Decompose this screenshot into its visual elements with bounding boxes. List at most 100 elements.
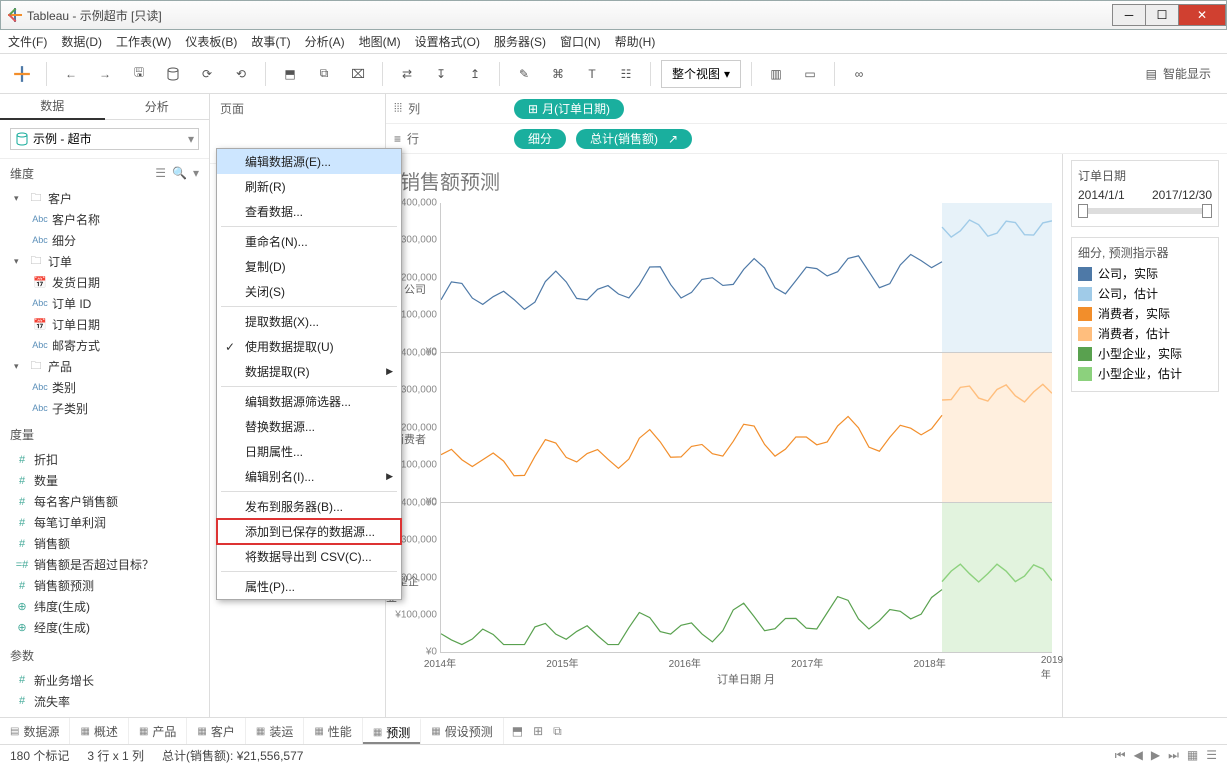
menu-window[interactable]: 窗口(N) — [560, 33, 601, 50]
field-item[interactable]: #流失率 — [4, 691, 205, 712]
auto-update-button[interactable]: ⟲ — [227, 60, 255, 88]
minimize-button[interactable]: ─ — [1112, 4, 1146, 26]
presentation-button[interactable]: ▭ — [796, 60, 824, 88]
menu-worksheet[interactable]: 工作表(W) — [116, 33, 171, 50]
context-menu-item[interactable]: 发布到服务器(B)... — [217, 494, 401, 519]
sheet-tab[interactable]: ▦预测 — [363, 718, 421, 744]
context-menu-item[interactable]: 编辑别名(I)...▶ — [217, 464, 401, 489]
context-menu-item[interactable]: 日期属性... — [217, 439, 401, 464]
new-dashboard-tab-button[interactable]: ⊞ — [533, 724, 543, 738]
new-worksheet-button[interactable]: ⬒ — [276, 60, 304, 88]
rows-pill-segment[interactable]: 细分 — [514, 129, 566, 149]
totals-button[interactable]: T — [578, 60, 606, 88]
forward-button[interactable]: → — [91, 60, 119, 88]
field-item[interactable]: Abc订单 ID — [4, 293, 205, 314]
tab-analysis[interactable]: 分析 — [105, 94, 210, 120]
menu-help[interactable]: 帮助(H) — [615, 33, 656, 50]
field-item[interactable]: ▾🗀产品 — [4, 356, 205, 377]
field-item[interactable]: #折扣 — [4, 449, 205, 470]
legend-item[interactable]: 小型企业，估计 — [1078, 365, 1212, 382]
context-menu-item[interactable]: 编辑数据源筛选器... — [217, 389, 401, 414]
sort-asc-button[interactable]: ↧ — [427, 60, 455, 88]
new-datasource-button[interactable] — [159, 60, 187, 88]
field-item[interactable]: Abc细分 — [4, 230, 205, 251]
swap-button[interactable]: ⇄ — [393, 60, 421, 88]
last-button[interactable]: ⏭ — [1168, 748, 1179, 763]
tableau-icon[interactable] — [8, 60, 36, 88]
refresh-button[interactable]: ⟳ — [193, 60, 221, 88]
legend-item[interactable]: 消费者，估计 — [1078, 325, 1212, 342]
field-item[interactable]: #数量 — [4, 470, 205, 491]
highlight-button[interactable]: ✎ — [510, 60, 538, 88]
sheet-tab[interactable]: ▦概述 — [70, 718, 128, 744]
menu-map[interactable]: 地图(M) — [359, 33, 401, 50]
new-worksheet-tab-button[interactable]: ⬒ — [512, 724, 523, 738]
context-menu-item[interactable]: 查看数据... — [217, 199, 401, 224]
field-item[interactable]: Abc客户名称 — [4, 209, 205, 230]
datasource-selector[interactable]: 示例 - 超市 ▾ — [10, 128, 199, 150]
field-item[interactable]: 📅订单日期 — [4, 314, 205, 335]
first-button[interactable]: ⏮ — [1115, 748, 1126, 763]
menu-format[interactable]: 设置格式(O) — [415, 33, 480, 50]
legend-item[interactable]: 小型企业，实际 — [1078, 345, 1212, 362]
field-item[interactable]: ⊕纬度(生成) — [4, 596, 205, 617]
menu-icon[interactable]: ▾ — [193, 166, 199, 180]
context-menu-item[interactable]: 替换数据源... — [217, 414, 401, 439]
field-item[interactable]: #销售额 — [4, 533, 205, 554]
fit-selector[interactable]: 整个视图 ▾ — [661, 60, 741, 88]
field-item[interactable]: Abc邮寄方式 — [4, 335, 205, 356]
date-slider[interactable] — [1080, 208, 1210, 214]
field-item[interactable]: #每名客户销售额 — [4, 491, 205, 512]
field-item[interactable]: ▾🗀订单 — [4, 251, 205, 272]
show-filmstrip-button[interactable]: ☰ — [1206, 748, 1217, 763]
context-menu-item[interactable]: 提取数据(X)... — [217, 309, 401, 334]
save-button[interactable]: 🖫 — [125, 60, 153, 88]
context-menu-item[interactable]: 属性(P)... — [217, 574, 401, 599]
menu-story[interactable]: 故事(T) — [251, 33, 290, 50]
field-item[interactable]: ⊕经度(生成) — [4, 617, 205, 638]
sheet-tab[interactable]: ▦产品 — [129, 718, 187, 744]
field-item[interactable]: Abc子类别 — [4, 398, 205, 419]
share-button[interactable]: ∞ — [845, 60, 873, 88]
legend-item[interactable]: 消费者，实际 — [1078, 305, 1212, 322]
sheet-tab[interactable]: ▦装运 — [246, 718, 304, 744]
clear-button[interactable]: ⌧ — [344, 60, 372, 88]
context-menu-item[interactable]: 数据提取(R)▶ — [217, 359, 401, 384]
view-as-icon[interactable]: ☰ — [155, 166, 166, 180]
context-menu-item[interactable]: 刷新(R) — [217, 174, 401, 199]
legend-item[interactable]: 公司，估计 — [1078, 285, 1212, 302]
field-item[interactable]: #销售额预测 — [4, 575, 205, 596]
viz-canvas[interactable]: 销售额预测 公司 消费者 小型企业 ¥400,000¥300,000¥200,0… — [386, 154, 1062, 717]
sort-desc-button[interactable]: ↥ — [461, 60, 489, 88]
context-menu-item[interactable]: 将数据导出到 CSV(C)... — [217, 544, 401, 569]
context-menu-item[interactable]: 编辑数据源(E)... — [217, 149, 401, 174]
columns-pill-month[interactable]: ⊞月(订单日期) — [514, 99, 624, 119]
group-button[interactable]: ⌘ — [544, 60, 572, 88]
maximize-button[interactable]: ☐ — [1145, 4, 1179, 26]
field-item[interactable]: ▾🗀客户 — [4, 188, 205, 209]
label-button[interactable]: ☷ — [612, 60, 640, 88]
field-item[interactable]: =#销售额是否超过目标？ — [4, 554, 205, 575]
datasource-tab[interactable]: ▤数据源 — [0, 718, 70, 744]
new-story-tab-button[interactable]: ⧉ — [553, 724, 562, 739]
legend-item[interactable]: 公司，实际 — [1078, 265, 1212, 282]
menu-dashboard[interactable]: 仪表板(B) — [185, 33, 237, 50]
prev-button[interactable]: ◀ — [1134, 748, 1143, 763]
next-button[interactable]: ▶ — [1151, 748, 1160, 763]
menu-file[interactable]: 文件(F) — [8, 33, 47, 50]
context-menu-item[interactable]: 重命名(N)... — [217, 229, 401, 254]
tab-data[interactable]: 数据 — [0, 94, 105, 120]
field-item[interactable]: 📅发货日期 — [4, 272, 205, 293]
show-cards-button[interactable]: ▥ — [762, 60, 790, 88]
show-tabs-button[interactable]: ▦ — [1187, 748, 1198, 763]
field-item[interactable]: #新业务增长 — [4, 670, 205, 691]
menu-data[interactable]: 数据(D) — [61, 33, 102, 50]
duplicate-button[interactable]: ⧉ — [310, 60, 338, 88]
pages-shelf[interactable]: 页面 — [210, 94, 385, 123]
menu-analysis[interactable]: 分析(A) — [305, 33, 345, 50]
context-menu-item[interactable]: 复制(D) — [217, 254, 401, 279]
menu-server[interactable]: 服务器(S) — [494, 33, 546, 50]
show-me-button[interactable]: ▤智能显示 — [1138, 65, 1219, 82]
context-menu-item[interactable]: 关闭(S) — [217, 279, 401, 304]
sheet-tab[interactable]: ▦假设预测 — [421, 718, 503, 744]
